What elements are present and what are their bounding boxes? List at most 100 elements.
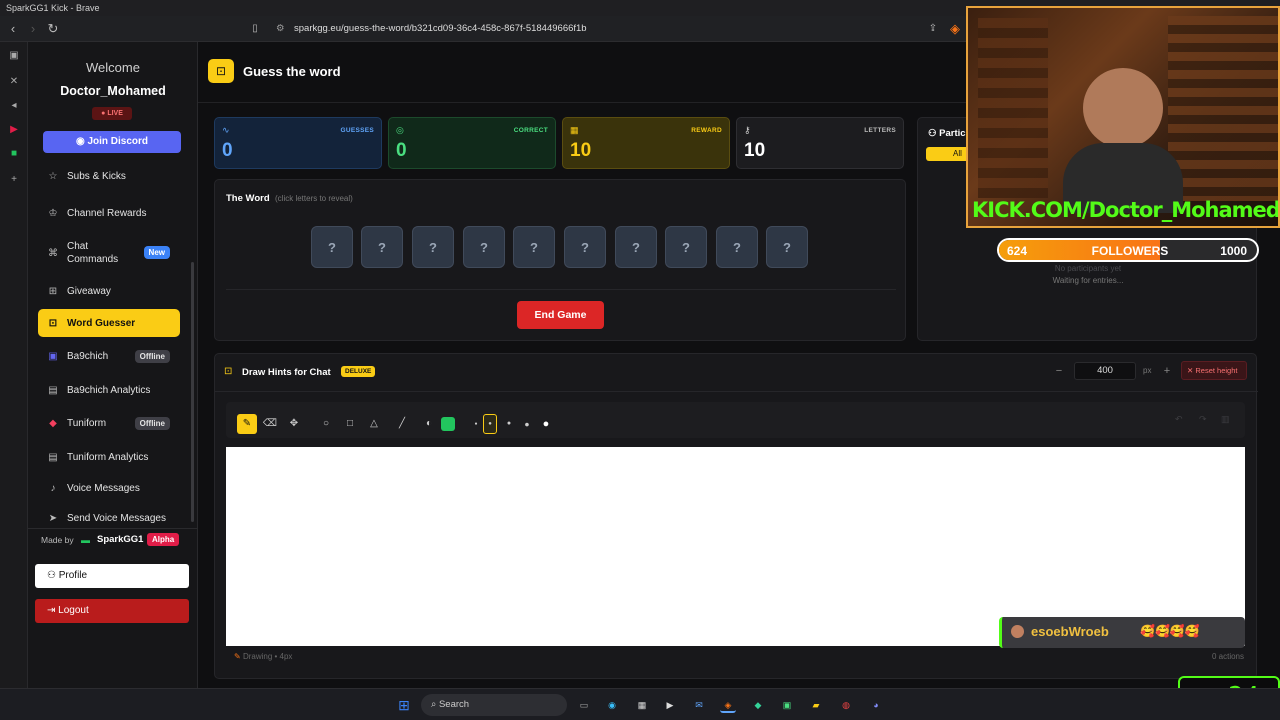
end-game-button[interactable]: End Game	[517, 301, 604, 329]
bookshelf-right	[1168, 16, 1278, 201]
site-info-icon[interactable]: ⚙	[276, 20, 285, 38]
brave-icon[interactable]: ◈	[720, 697, 736, 713]
task-view-icon[interactable]: ▭	[576, 697, 592, 713]
speaker-icon[interactable]: ◂	[6, 100, 22, 114]
outlook-icon[interactable]: ✉	[691, 697, 707, 713]
circle-tool-button[interactable]: ○	[317, 415, 335, 433]
waiting-text: Waiting for entries...	[1052, 276, 1124, 285]
sidebar-item-channel-rewards[interactable]: ♔ Channel Rewards	[38, 199, 180, 227]
discord-icon: ◉	[75, 136, 88, 147]
stat-label: REWARD	[691, 127, 722, 134]
file-explorer-icon[interactable]: ▰	[808, 697, 824, 713]
letter-tile[interactable]: ?	[716, 226, 758, 268]
mute-icon[interactable]: ✕	[6, 76, 22, 90]
line-tool-button[interactable]: ╱	[393, 415, 411, 433]
webcam-overlay: KICK.COM/Doctor_Mohamed	[966, 6, 1280, 228]
eraser-tool-button[interactable]: ⌫	[261, 415, 279, 433]
sidebar-item-ba9chich-analytics[interactable]: ▤ Ba9chich Analytics	[38, 376, 180, 404]
app-icon[interactable]: ◆	[750, 697, 766, 713]
join-discord-label: Join Discord	[87, 136, 149, 147]
letter-tile[interactable]: ?	[513, 226, 555, 268]
logout-button[interactable]: ⇥ Logout	[35, 599, 189, 623]
pycharm-icon[interactable]: ▣	[779, 697, 795, 713]
back-icon[interactable]: ‹	[4, 20, 22, 38]
palette-icon[interactable]: ◐	[420, 415, 438, 433]
undo-icon[interactable]: ↶	[1175, 414, 1183, 425]
sidebar-item-chat-commands[interactable]: ⌘ Chat Commands New	[38, 238, 180, 268]
brush-size-2[interactable]: ●	[483, 414, 497, 434]
followers-goal: 1000	[1220, 244, 1247, 258]
brave-shield-icon[interactable]: ◈	[946, 20, 964, 38]
chat-emotes: 🥰🥰🥰🥰	[1140, 624, 1200, 638]
letter-tile[interactable]: ?	[665, 226, 707, 268]
brush-size-4[interactable]: ●	[518, 415, 536, 433]
draw-status: ✎ Drawing • 4px	[234, 652, 292, 661]
calendar-icon[interactable]: ▦	[634, 697, 650, 713]
add-icon[interactable]: +	[6, 174, 22, 188]
trash-icon[interactable]: ▥	[1221, 414, 1230, 425]
brand-name: SparkGG1	[97, 534, 144, 545]
rectangle-tool-button[interactable]: □	[341, 415, 359, 433]
new-badge: New	[143, 246, 170, 259]
divider	[226, 289, 896, 290]
sidebar-item-giveaway[interactable]: ⊞ Giveaway	[38, 277, 180, 305]
letter-tile[interactable]: ?	[412, 226, 454, 268]
discord-icon[interactable]: ◕	[868, 697, 884, 713]
sidebar-item-voice-messages[interactable]: ♪ Voice Messages	[38, 474, 180, 502]
sparkgg-logo-icon: ▬	[81, 535, 90, 545]
height-unit: px	[1143, 366, 1152, 375]
letter-tile[interactable]: ?	[564, 226, 606, 268]
sidebar-scrollbar[interactable]	[191, 262, 194, 522]
sidebar-item-label: Send Voice Messages	[67, 512, 166, 524]
star-icon: ☆	[48, 170, 58, 182]
increase-height-button[interactable]: +	[1159, 363, 1175, 379]
reset-height-label: Reset height	[1195, 366, 1238, 375]
stat-value: 10	[744, 140, 766, 161]
triangle-tool-button[interactable]: △	[365, 415, 383, 433]
height-input[interactable]: 400	[1074, 362, 1136, 380]
share-icon[interactable]: ⇪	[924, 20, 942, 38]
empty-text: No participants yet	[1054, 264, 1122, 273]
chrome-icon[interactable]: ◍	[838, 697, 854, 713]
letter-tile[interactable]: ?	[463, 226, 505, 268]
sidebar-item-ba9chich[interactable]: ▣ Ba9chich Offline	[38, 342, 180, 370]
reload-icon[interactable]: ↻	[44, 20, 62, 38]
welcome-text: Welcome	[86, 60, 140, 75]
address-bar[interactable]: ⚙ sparkgg.eu/guess-the-word/b321cd09-36c…	[270, 20, 970, 38]
taskbar-search[interactable]: ⌕ Search	[421, 694, 567, 716]
move-tool-button[interactable]: ✥	[285, 415, 303, 433]
sidebar-item-subs-kicks[interactable]: ☆ Subs & Kicks	[38, 167, 180, 185]
reset-height-button[interactable]: ✕ Reset height	[1181, 361, 1247, 380]
brush-size-3[interactable]: ●	[500, 415, 518, 433]
terminal-icon[interactable]: ▶	[662, 697, 678, 713]
profile-label: Profile	[58, 570, 88, 581]
profile-button[interactable]: ⚇ Profile	[35, 564, 189, 588]
kick-icon[interactable]: ■	[6, 148, 22, 162]
letter-tile[interactable]: ?	[766, 226, 808, 268]
made-by-text: Made by	[41, 535, 74, 545]
color-swatch[interactable]	[441, 417, 455, 431]
forward-icon[interactable]: ›	[24, 20, 42, 38]
join-discord-button[interactable]: ◉ Join Discord	[43, 131, 181, 153]
letter-tile[interactable]: ?	[311, 226, 353, 268]
redo-icon[interactable]: ↷	[1199, 414, 1207, 425]
stat-correct: ◎ CORRECT 0	[388, 117, 556, 169]
sidebar-item-label: Ba9chich	[67, 350, 109, 362]
sidebar-item-word-guesser[interactable]: ⊡ Word Guesser	[38, 309, 180, 337]
edge-icon[interactable]: ◉	[604, 697, 620, 713]
sidebar-toggle-icon[interactable]: ▣	[6, 50, 22, 64]
brush-size-5[interactable]: ●	[537, 415, 555, 433]
decrease-height-button[interactable]: −	[1051, 363, 1067, 379]
sidebar-item-label: Giveaway	[67, 285, 111, 297]
windows-start-icon[interactable]: ⊞	[396, 697, 412, 713]
youtube-icon[interactable]: ▶	[6, 124, 22, 138]
letter-tile[interactable]: ?	[361, 226, 403, 268]
sidebar-item-tuniform-analytics[interactable]: ▤ Tuniform Analytics	[38, 443, 180, 471]
bookmark-icon[interactable]: ▯	[246, 20, 264, 38]
sidebar-item-send-voice-messages[interactable]: ➤ Send Voice Messages	[38, 510, 180, 526]
sidebar-item-tuniform[interactable]: ◆ Tuniform Offline	[38, 409, 180, 437]
letter-tile[interactable]: ?	[615, 226, 657, 268]
offline-badge: Offline	[134, 417, 170, 430]
actions-count: 0 actions	[1211, 652, 1244, 661]
pencil-tool-button[interactable]: ✎	[237, 414, 257, 434]
